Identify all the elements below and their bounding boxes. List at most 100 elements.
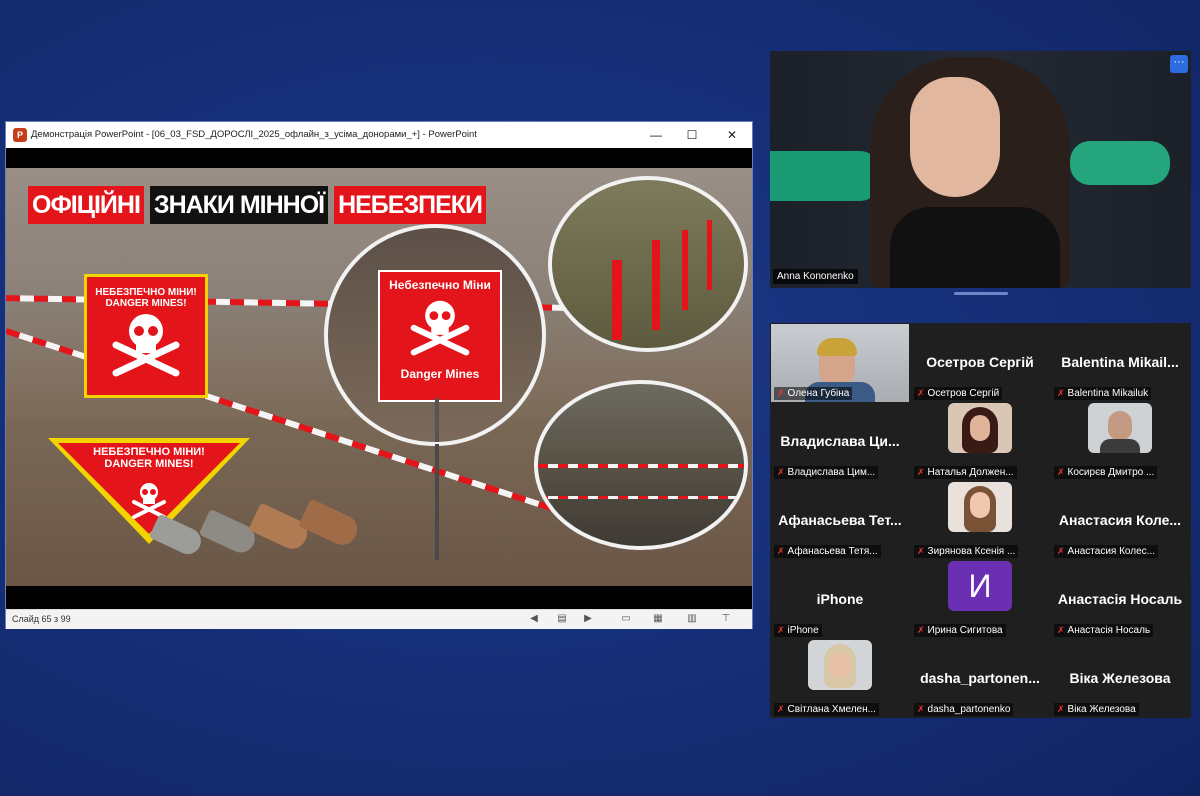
participant-name: Анастасія Носаль (1067, 625, 1151, 636)
participant-name: Віка Железова (1067, 704, 1136, 715)
participant-display-name: iPhone (816, 591, 864, 607)
participant-tile[interactable]: ✗ Світлана Хмелен... (771, 640, 909, 718)
participant-tile[interactable]: Владислава Ци... ✗ Владислава Цим... (771, 403, 909, 481)
sign-text-line: НЕБЕЗПЕЧНО МІНИ! (93, 446, 205, 458)
participant-label: ✗ dasha_partonenko (914, 703, 1014, 716)
mic-muted-icon: ✗ (917, 704, 925, 714)
slide-sorter-icon[interactable]: ▤ (556, 613, 568, 625)
more-options-button[interactable]: ··· (1170, 55, 1188, 73)
participant-label: ✗ Ирина Сигитова (914, 624, 1006, 637)
mic-muted-icon: ✗ (1057, 388, 1065, 398)
mic-muted-icon: ✗ (1057, 546, 1065, 556)
participant-name: Ирина Сигитова (927, 625, 1003, 636)
maximize-button[interactable]: ☐ (682, 126, 702, 144)
participant-label: ✗ Афанасьева Тетя... (774, 545, 881, 558)
warning-tape (538, 464, 744, 468)
participant-display-name: Владислава Ци... (780, 433, 900, 449)
sign-text: Danger Mines (400, 367, 480, 381)
participant-tile[interactable]: dasha_partonen... ✗ dasha_partonenko (911, 640, 1049, 718)
ordnance-image (148, 498, 372, 563)
powerpoint-icon: P (13, 128, 27, 142)
sign-text: НЕБЕЗПЕЧНО МІНИ! DANGER MINES! (46, 446, 252, 470)
participant-display-name: dasha_partonen... (920, 670, 1040, 686)
participant-name: Олена Губіна (787, 388, 850, 399)
participant-display-name: Осетров Сергій (926, 354, 1034, 370)
mic-muted-icon: ✗ (1057, 704, 1065, 714)
mic-muted-icon: ✗ (1057, 467, 1065, 477)
sign-text: НЕБЕЗПЕЧНО МІНИ! DANGER MINES! (95, 287, 197, 309)
next-slide-icon[interactable]: ▶ (582, 613, 594, 625)
participant-label: ✗ Balentina Mikailuk (1054, 387, 1152, 400)
mic-muted-icon: ✗ (777, 388, 785, 398)
slide[interactable]: ОФІЦІЙНІ ЗНАКИ МІННОЇ НЕБЕЗПЕКИ НЕБЕЗПЕЧ… (6, 168, 752, 586)
participant-label: ✗ Зирянова Ксенія ... (914, 545, 1019, 558)
stakes-photo-circle (548, 176, 748, 352)
participant-name: Наталья Должен... (927, 467, 1014, 478)
initial-avatar: И (948, 561, 1012, 611)
participant-tile[interactable]: Осетров Сергій ✗ Осетров Сергій (911, 324, 1049, 402)
participant-label: ✗ Осетров Сергій (914, 387, 1003, 400)
participant-name: Balentina Mikailuk (1067, 388, 1149, 399)
participant-tile[interactable]: ✗ Косирєв Дмитро ... (1051, 403, 1189, 481)
mic-muted-icon: ✗ (917, 546, 925, 556)
slide-counter: Слайд 65 з 99 (12, 614, 71, 624)
banner-green-left (770, 151, 880, 201)
slide-title: ОФІЦІЙНІ ЗНАКИ МІННОЇ НЕБЕЗПЕКИ (28, 186, 486, 224)
page-indicator[interactable] (954, 292, 1008, 295)
grid-view-icon[interactable]: ▦ (652, 613, 664, 625)
participant-tile[interactable]: iPhone ✗ iPhone (771, 561, 909, 639)
skull-crossbones-icon (410, 300, 470, 356)
participant-label: ✗ Анастасія Носаль (1054, 624, 1154, 637)
participant-label: ✗ Анастасия Колес... (1054, 545, 1159, 558)
participant-display-name: Віка Железова (1069, 670, 1171, 686)
participant-tile[interactable]: Balentina Mikail... ✗ Balentina Mikailuk (1051, 324, 1189, 402)
mic-muted-icon: ✗ (917, 625, 925, 635)
minimize-button[interactable]: — (646, 126, 666, 144)
forest-photo-circle (534, 380, 748, 550)
title-word: НЕБЕЗПЕКИ (334, 186, 486, 224)
participant-tile[interactable]: ✗ Олена Губіна (771, 324, 909, 402)
participant-tile[interactable]: Афанасьева Тет... ✗ Афанасьева Тетя... (771, 482, 909, 560)
participant-tile[interactable]: И ✗ Ирина Сигитова (911, 561, 1049, 639)
red-stake (707, 220, 712, 290)
participant-name: Зирянова Ксенія ... (927, 546, 1016, 557)
powerpoint-window: P Демонстрація PowerPoint - [06_03_FSD_Д… (6, 122, 752, 629)
status-bar: Слайд 65 з 99 ◀ ▤ ▶ ▭ ▦ ▥ ⊤ (6, 609, 752, 629)
participant-name: Анастасия Колес... (1067, 546, 1156, 557)
sign-text: Небезпечно Міни (389, 278, 491, 292)
participant-display-name: Анастасія Носаль (1057, 591, 1183, 607)
danger-mines-square-sign: НЕБЕЗПЕЧНО МІНИ! DANGER MINES! (84, 274, 208, 398)
participant-tile[interactable]: Анастасия Коле... ✗ Анастасия Колес... (1051, 482, 1189, 560)
red-stake (652, 240, 660, 330)
avatar (808, 640, 872, 690)
participant-name: Косирєв Дмитро ... (1067, 467, 1155, 478)
skull-crossbones-icon (112, 314, 180, 377)
participant-display-name: Анастасия Коле... (1058, 512, 1182, 528)
normal-view-icon[interactable]: ▭ (620, 613, 632, 625)
sign-post (435, 444, 439, 560)
participant-tile[interactable]: Віка Железова ✗ Віка Железова (1051, 640, 1189, 718)
close-button[interactable]: ✕ (722, 126, 742, 144)
participant-name: iPhone (787, 625, 819, 636)
slideshow-icon[interactable]: ⊤ (720, 613, 732, 625)
mic-muted-icon: ✗ (917, 388, 925, 398)
previous-slide-icon[interactable]: ◀ (528, 613, 540, 625)
participant-tile[interactable]: Анастасія Носаль ✗ Анастасія Носаль (1051, 561, 1189, 639)
window-titlebar[interactable]: P Демонстрація PowerPoint - [06_03_FSD_Д… (6, 122, 752, 148)
participant-name: Осетров Сергій (927, 388, 1000, 399)
participant-label: ✗ iPhone (774, 624, 822, 637)
participant-label: ✗ Олена Губіна (774, 387, 853, 400)
participant-label: ✗ Владислава Цим... (774, 466, 879, 479)
sign-text-line: DANGER MINES! (104, 458, 194, 470)
speaker-video-tile[interactable]: ··· Anna Kononenko (770, 51, 1191, 288)
participant-name: Афанасьева Тетя... (787, 546, 878, 557)
mic-muted-icon: ✗ (1057, 625, 1065, 635)
red-stake (682, 230, 688, 310)
avatar (1088, 403, 1152, 453)
speaker-name: Anna Kononenko (773, 269, 858, 284)
participant-label: ✗ Віка Железова (1054, 703, 1139, 716)
title-word: ОФІЦІЙНІ (28, 186, 144, 224)
reading-view-icon[interactable]: ▥ (686, 613, 698, 625)
participant-tile[interactable]: ✗ Зирянова Ксенія ... (911, 482, 1049, 560)
participant-tile[interactable]: ✗ Наталья Должен... (911, 403, 1049, 481)
